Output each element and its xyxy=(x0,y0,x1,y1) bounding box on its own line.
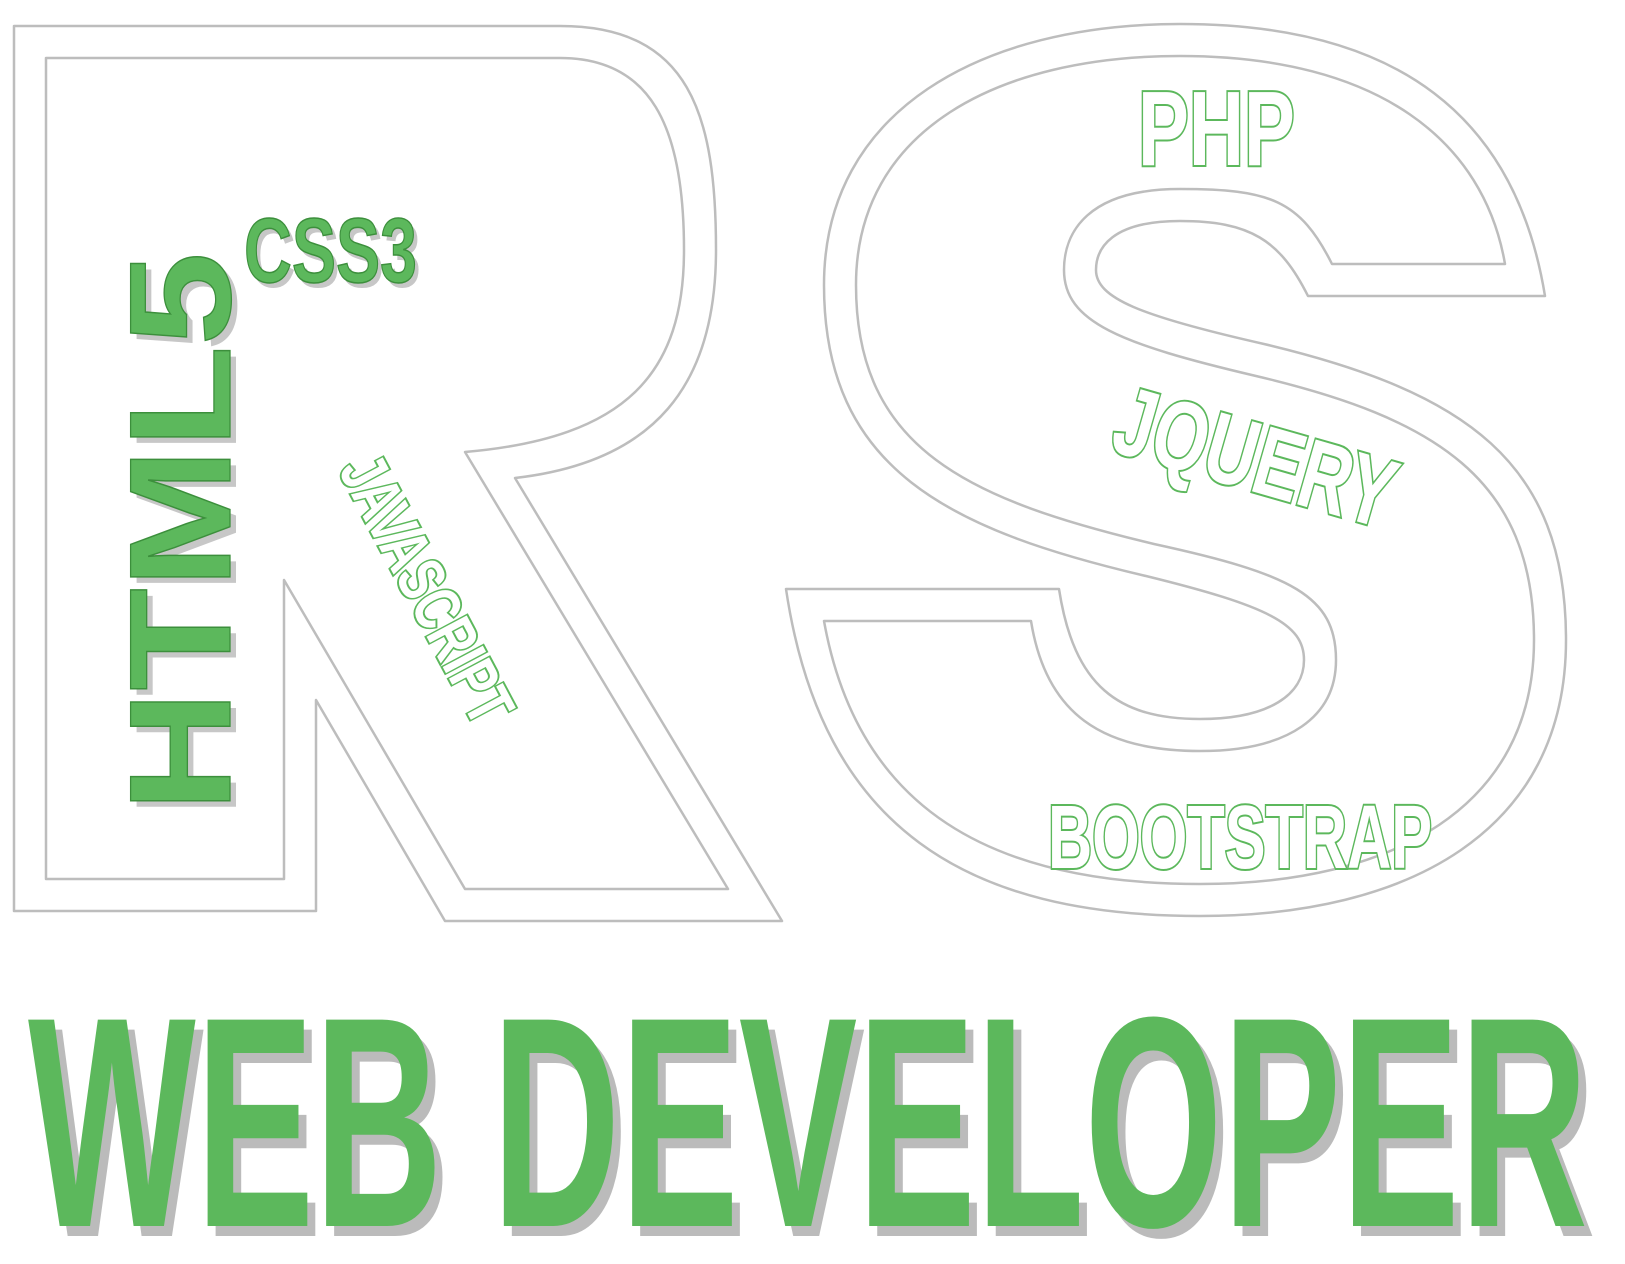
skill-php: PHP xyxy=(1138,69,1295,188)
skill-css: CSS3 xyxy=(244,198,417,301)
skill-html: HTML5 xyxy=(100,252,261,812)
skill-php-group: PHP xyxy=(1136,67,1296,190)
skill-bootstrap: BOOTSTRAP xyxy=(1048,787,1432,888)
skill-css-group: CSS3 CSS3 xyxy=(243,198,421,307)
skill-html-group: HTML5 HTML5 xyxy=(99,251,267,818)
tagline-group: WEB DEVELOPER WEB DEVELOPER xyxy=(28,954,1596,1264)
skill-bootstrap-group: BOOTSTRAP xyxy=(1046,786,1433,890)
tagline: WEB DEVELOPER xyxy=(28,954,1588,1264)
rs-web-developer-logo: CSS3 CSS3 HTML5 HTML5 JAVASCRIPT PHP JQU… xyxy=(12,22,1596,1264)
